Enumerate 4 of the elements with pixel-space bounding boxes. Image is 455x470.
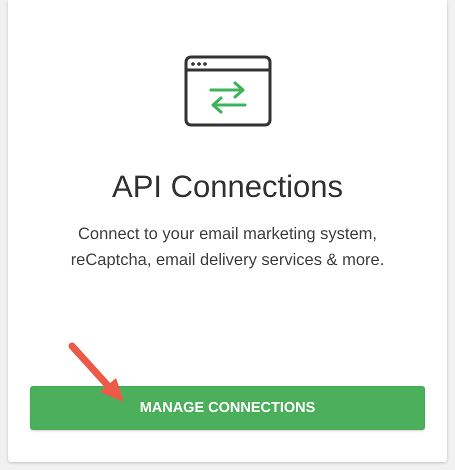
card-description: Connect to your email marketing system, reCaptcha, email delivery services & more. bbox=[70, 224, 386, 271]
browser-window-icon bbox=[184, 55, 272, 127]
card-title: API Connections bbox=[112, 169, 343, 205]
manage-connections-button[interactable]: MANAGE CONNECTIONS bbox=[30, 386, 425, 430]
